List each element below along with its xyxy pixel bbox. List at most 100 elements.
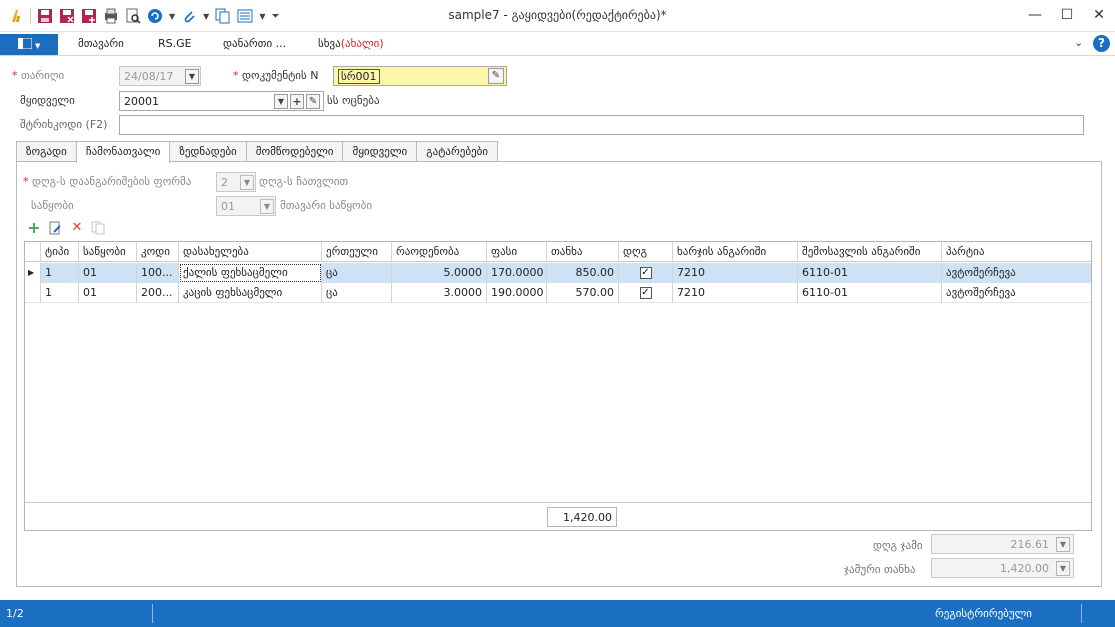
buyer-name: სს ოცნება [327, 94, 380, 107]
cell-income-account[interactable]: 6110-01 [798, 283, 942, 303]
warehouse-description: მთავარი საწყობი [280, 199, 373, 212]
column-header-quantity[interactable]: რაოდენობა [392, 242, 487, 262]
column-header-type[interactable]: ტიპი [41, 242, 79, 262]
table-row[interactable]: ▶ 1 01 100... ქალის ფეხსაცმელი ცა 5.0000… [25, 263, 1091, 283]
row-indicator [25, 283, 41, 303]
column-header-warehouse[interactable]: საწყობი [79, 242, 137, 262]
table-row[interactable]: 1 01 200... კაცის ფეხსაცმელი ცა 3.0000 1… [25, 283, 1091, 303]
cell-income-account[interactable]: 6110-01 [798, 263, 942, 283]
cell-type[interactable]: 1 [41, 263, 79, 283]
document-number-label: * დოკუმენტის N [233, 69, 319, 82]
title-bar: ▼ ▼ ▼ ⏷ sample7 - გაყიდვები(რედაქტირება)… [0, 0, 1115, 32]
column-header-amount[interactable]: თანხა [547, 242, 619, 262]
cell-expense-account[interactable]: 7210 [673, 263, 798, 283]
date-label: * თარიღი [12, 69, 65, 82]
cell-quantity[interactable]: 3.0000 [392, 283, 487, 303]
help-icon[interactable]: ? [1093, 35, 1110, 52]
buyer-add-icon[interactable]: + [290, 94, 304, 109]
cell-name[interactable]: კაცის ფეხსაცმელი [179, 283, 322, 303]
cell-amount[interactable]: 570.00 [547, 283, 619, 303]
grid-total-amount: 1,420.00 [547, 507, 617, 527]
add-row-icon[interactable]: + [27, 220, 41, 236]
cell-code[interactable]: 200... [137, 283, 179, 303]
vat-checkbox[interactable]: ✓ [639, 267, 652, 279]
cell-batch[interactable]: ავტოშერჩევა [942, 283, 1091, 303]
maximize-icon[interactable]: ☐ [1058, 6, 1076, 24]
status-separator [152, 604, 153, 623]
column-header-batch[interactable]: პარტია [942, 242, 1091, 262]
tab-general[interactable]: ზოგადი [16, 141, 77, 162]
warehouse-label: საწყობი [31, 199, 74, 212]
vat-form-label: * დღგ-ს დაანგარიშების ფორმა [23, 175, 192, 188]
tab-postings[interactable]: გატარებები [416, 141, 499, 162]
column-header-expense-account[interactable]: ხარჯის ანგარიში [673, 242, 798, 262]
cell-price[interactable]: 190.0000 [487, 283, 547, 303]
cell-expense-account[interactable]: 7210 [673, 283, 798, 303]
ribbon-tab-rsge[interactable]: RS.GE [158, 37, 192, 50]
cell-warehouse[interactable]: 01 [79, 283, 137, 303]
column-header-unit[interactable]: ერთეული [322, 242, 392, 262]
column-header-price[interactable]: ფასი [487, 242, 547, 262]
grid-footer-divider [25, 502, 1091, 503]
cell-code[interactable]: 100... [137, 263, 179, 283]
delete-row-icon[interactable]: ✕ [70, 221, 84, 235]
tab-buyer[interactable]: მყიდველი [342, 141, 418, 162]
column-header-vat[interactable]: დღგ [619, 242, 673, 262]
cell-warehouse[interactable]: 01 [79, 263, 137, 283]
row-indicator-header [25, 242, 41, 262]
file-menu-button[interactable]: ▼ [0, 34, 58, 55]
cell-unit[interactable]: ცა [322, 263, 392, 283]
close-icon[interactable]: ✕ [1090, 6, 1108, 24]
status-separator [1081, 604, 1082, 623]
date-dropdown-icon[interactable]: ▼ [185, 69, 199, 84]
buyer-edit-icon[interactable]: ✎ [306, 94, 320, 109]
grand-total-dropdown-icon[interactable]: ▼ [1056, 561, 1070, 576]
column-header-income-account[interactable]: შემოსავლის ანგარიში [798, 242, 942, 262]
grand-total-label: ჯამური თანხა [844, 563, 916, 576]
ribbon: ▼ მთავარი RS.GE დანართი ... სხვა(ახალი) … [0, 32, 1115, 56]
vat-form-dropdown-icon[interactable]: ▼ [240, 175, 254, 190]
vat-total-label: დღგ ჯამი [873, 539, 923, 552]
document-state: რეგისტრირებული [935, 607, 1033, 620]
cell-name[interactable]: ქალის ფეხსაცმელი [179, 263, 322, 283]
cell-type[interactable]: 1 [41, 283, 79, 303]
vat-form-description: დღგ-ს ჩათვლით [259, 175, 349, 188]
warehouse-dropdown-icon[interactable]: ▼ [260, 199, 274, 214]
column-header-name[interactable]: დასახელება [179, 242, 322, 262]
vat-total-dropdown-icon[interactable]: ▼ [1056, 537, 1070, 552]
barcode-label: შტრიხკოდი (F2) [20, 118, 108, 131]
cell-vat[interactable]: ✓ [619, 263, 673, 283]
vat-total-field[interactable]: 216.61 [931, 534, 1074, 554]
tab-waybill[interactable]: ზედნადები [169, 141, 247, 162]
edit-row-icon[interactable] [48, 221, 62, 235]
cell-amount[interactable]: 850.00 [547, 263, 619, 283]
record-position: 1/2 [6, 607, 24, 620]
document-number-field[interactable]: სრ001 [333, 66, 507, 86]
column-header-code[interactable]: კოდი [137, 242, 179, 262]
tab-items[interactable]: ჩამონათვალი [75, 141, 171, 163]
buyer-label: მყიდველი [20, 94, 75, 107]
cell-vat[interactable]: ✓ [619, 283, 673, 303]
cell-unit[interactable]: ცა [322, 283, 392, 303]
grid-header: ტიპი საწყობი კოდი დასახელება ერთეული რაო… [25, 242, 1091, 262]
window-title: sample7 - გაყიდვები(რედაქტირება)* [448, 8, 667, 22]
copy-row-icon[interactable] [91, 221, 105, 235]
items-grid: ტიპი საწყობი კოდი დასახელება ერთეული რაო… [24, 241, 1092, 531]
cell-batch[interactable]: ავტოშერჩევა [942, 263, 1091, 283]
status-bar: 1/2 რეგისტრირებული [0, 600, 1115, 627]
cell-price[interactable]: 170.0000 [487, 263, 547, 283]
document-number-generate-icon[interactable]: ✎ [488, 68, 504, 84]
cell-quantity[interactable]: 5.0000 [392, 263, 487, 283]
row-pointer-icon: ▶ [25, 263, 41, 283]
ribbon-tab-main[interactable]: მთავარი [78, 37, 124, 50]
grand-total-field[interactable]: 1,420.00 [931, 558, 1074, 578]
collapse-ribbon-icon[interactable]: ⌄ [1074, 36, 1083, 49]
buyer-dropdown-icon[interactable]: ▼ [274, 94, 288, 109]
ribbon-tab-attachment[interactable]: დანართი ... [223, 37, 286, 50]
file-menu-icon [17, 37, 33, 50]
barcode-input[interactable] [119, 115, 1084, 135]
minimize-icon[interactable]: — [1026, 6, 1044, 24]
ribbon-tab-other[interactable]: სხვა(ახალი) [318, 37, 384, 50]
tab-supplier[interactable]: მომწოდებელი [245, 141, 344, 162]
vat-checkbox[interactable]: ✓ [639, 287, 652, 299]
